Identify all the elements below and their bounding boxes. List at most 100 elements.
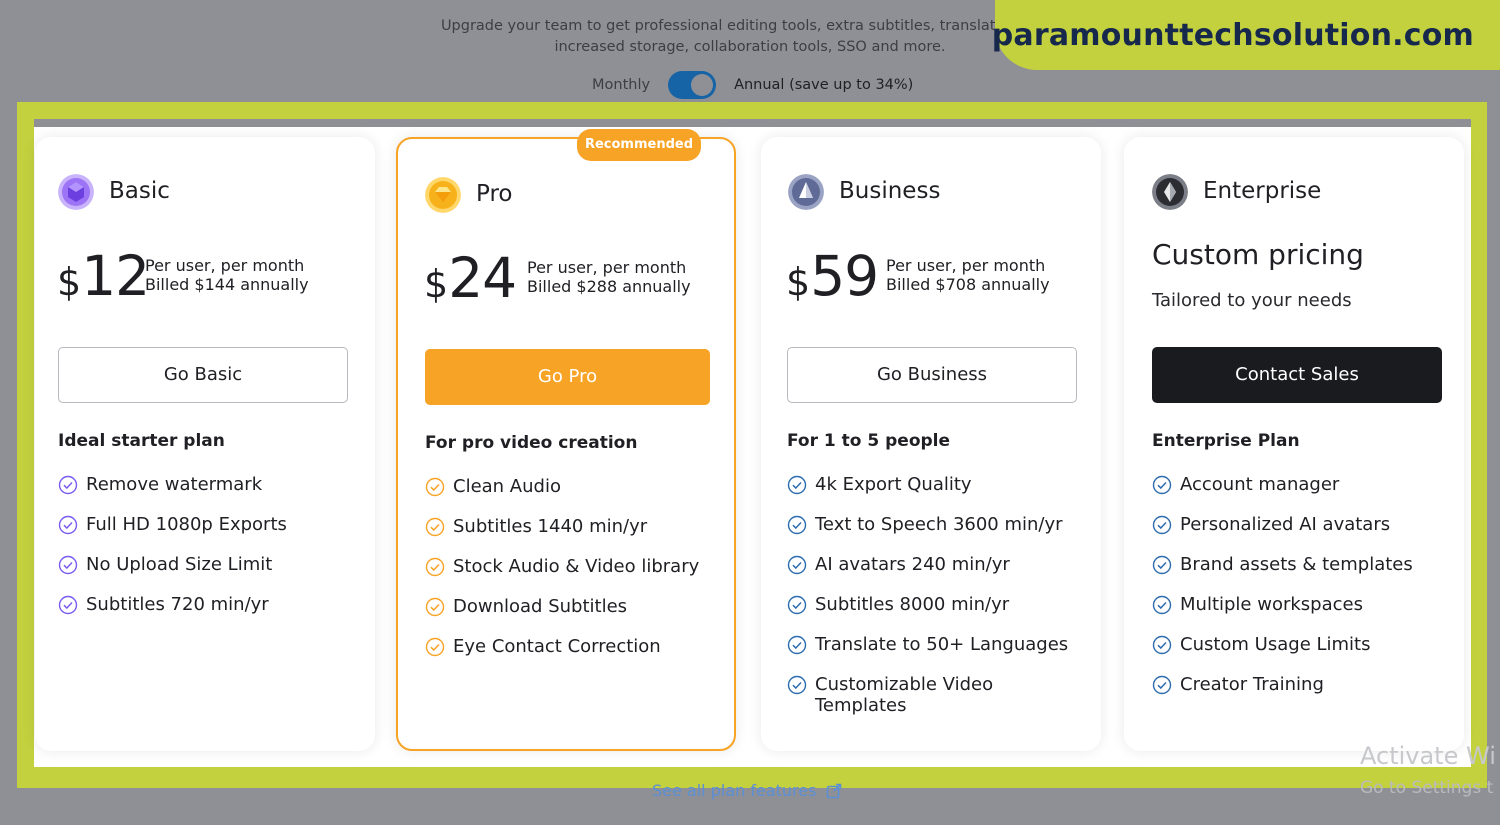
feature-label: 4k Export Quality (815, 474, 972, 495)
check-circle-icon (425, 517, 445, 537)
billing-toggle[interactable] (668, 71, 717, 99)
price-note-line2: Billed $708 annually (886, 275, 1050, 294)
go-pro-button[interactable]: Go Pro (425, 349, 710, 405)
check-circle-icon (787, 475, 807, 495)
sailboat-icon (788, 174, 824, 210)
feature-label: Subtitles 1440 min/yr (453, 516, 648, 537)
feature-label: Translate to 50+ Languages (815, 634, 1069, 655)
plan-subtitle-enterprise: Enterprise Plan (1152, 431, 1300, 451)
feature-label: Multiple workspaces (1180, 594, 1363, 615)
feature-item: Account manager (1152, 474, 1339, 495)
feature-label: Templates (815, 695, 907, 716)
check-circle-icon (787, 555, 807, 575)
feature-item: Subtitles 8000 min/yr (787, 594, 1009, 615)
plan-name-business: Business (839, 178, 941, 204)
check-circle-icon (425, 637, 445, 657)
check-circle-icon (1152, 555, 1172, 575)
check-circle-icon (1152, 475, 1172, 495)
see-all-features-link[interactable]: See all plan features (652, 781, 842, 800)
feature-item: Subtitles 720 min/yr (58, 594, 269, 615)
feature-label: Brand assets & templates (1180, 554, 1413, 575)
billing-monthly-label[interactable]: Monthly (592, 77, 650, 93)
feature-item: Customizable Video (787, 674, 993, 695)
billing-toggle-row: Monthly Annual (save up to 34%) (560, 70, 940, 100)
check-circle-icon (787, 595, 807, 615)
feature-item: Personalized AI avatars (1152, 514, 1390, 535)
check-circle-icon (58, 475, 78, 495)
contact-sales-button[interactable]: Contact Sales (1152, 347, 1442, 403)
feature-label: Custom Usage Limits (1180, 634, 1371, 655)
feature-label: Text to Speech 3600 min/yr (815, 514, 1063, 535)
activate-windows-watermark: Activate Wi (1360, 742, 1496, 770)
feature-label: Personalized AI avatars (1180, 514, 1391, 535)
feature-item: Text to Speech 3600 min/yr (787, 514, 1063, 535)
feature-label: Account manager (1180, 474, 1340, 495)
feature-label: Remove watermark (86, 474, 263, 495)
plan-subtitle-business: For 1 to 5 people (787, 431, 951, 451)
check-circle-icon (787, 635, 807, 655)
feature-label: Subtitles 8000 min/yr (815, 594, 1010, 615)
currency-symbol: $ (57, 260, 82, 304)
feature-item: 4k Export Quality (787, 474, 972, 495)
external-link-icon[interactable] (826, 783, 842, 799)
price-note-line1: Per user, per month (145, 256, 305, 275)
check-circle-icon (58, 595, 78, 615)
feature-item: No Upload Size Limit (58, 554, 272, 575)
tailored-text: Tailored to your needs (1152, 290, 1352, 311)
feature-item: Full HD 1080p Exports (58, 514, 287, 535)
custom-pricing: Custom pricing (1152, 238, 1364, 271)
price-note-line1: Per user, per month (527, 258, 687, 277)
plan-subtitle-basic: Ideal starter plan (58, 431, 225, 451)
check-circle-icon (425, 597, 445, 617)
see-all-label[interactable]: See all plan features (652, 781, 816, 800)
feature-label: Download Subtitles (453, 596, 628, 617)
feature-label: Creator Training (1180, 674, 1324, 695)
feature-label: No Upload Size Limit (86, 554, 273, 575)
check-circle-icon (58, 555, 78, 575)
check-circle-icon (425, 477, 445, 497)
feature-item: Download Subtitles (425, 596, 627, 617)
feature-item: Remove watermark (58, 474, 262, 495)
check-circle-icon (787, 675, 807, 695)
check-circle-icon (425, 557, 445, 577)
feature-item: Clean Audio (425, 476, 561, 497)
feature-item-continuation: Templates (787, 695, 907, 716)
feature-item: AI avatars 240 min/yr (787, 554, 1010, 575)
price-note-pro: Per user, per month Billed $288 annually (527, 258, 691, 296)
plan-subtitle-pro: For pro video creation (425, 433, 638, 453)
feature-label: AI avatars 240 min/yr (815, 554, 1010, 575)
price-pro: $ 24 (424, 246, 517, 310)
price-note-basic: Per user, per month Billed $144 annually (145, 256, 309, 294)
feature-label: Eye Contact Correction (453, 636, 661, 657)
price-amount: 24 (448, 246, 517, 310)
go-basic-button[interactable]: Go Basic (58, 347, 348, 403)
feature-label: Clean Audio (453, 476, 561, 497)
recommended-badge: Recommended (577, 129, 701, 161)
price-note-line2: Billed $288 annually (527, 277, 691, 296)
feature-item: Creator Training (1152, 674, 1324, 695)
feature-label: Subtitles 720 min/yr (86, 594, 269, 615)
currency-symbol: $ (424, 262, 449, 306)
feature-item: Custom Usage Limits (1152, 634, 1371, 655)
go-business-button[interactable]: Go Business (787, 347, 1077, 403)
dark-diamond-icon (1152, 174, 1188, 210)
plan-name-basic: Basic (109, 178, 170, 204)
feature-item: Eye Contact Correction (425, 636, 661, 657)
feature-item: Subtitles 1440 min/yr (425, 516, 647, 537)
price-note-line2: Billed $144 annually (145, 275, 309, 294)
check-circle-icon (787, 515, 807, 535)
check-circle-icon (58, 515, 78, 535)
feature-label: Customizable Video (815, 674, 994, 695)
toggle-knob (691, 74, 714, 96)
gold-diamond-icon (425, 177, 461, 213)
feature-item: Translate to 50+ Languages (787, 634, 1068, 655)
currency-symbol: $ (786, 260, 811, 304)
price-note-business: Per user, per month Billed $708 annually (886, 256, 1050, 294)
plan-name-enterprise: Enterprise (1203, 178, 1322, 204)
price-amount: 12 (81, 244, 150, 308)
billing-annual-label[interactable]: Annual (save up to 34%) (734, 77, 913, 93)
price-basic: $ 12 (57, 244, 150, 308)
feature-label: Stock Audio & Video library (453, 556, 700, 577)
price-note-line1: Per user, per month (886, 256, 1046, 275)
site-banner: paramounttechsolution.com (992, 0, 1500, 70)
